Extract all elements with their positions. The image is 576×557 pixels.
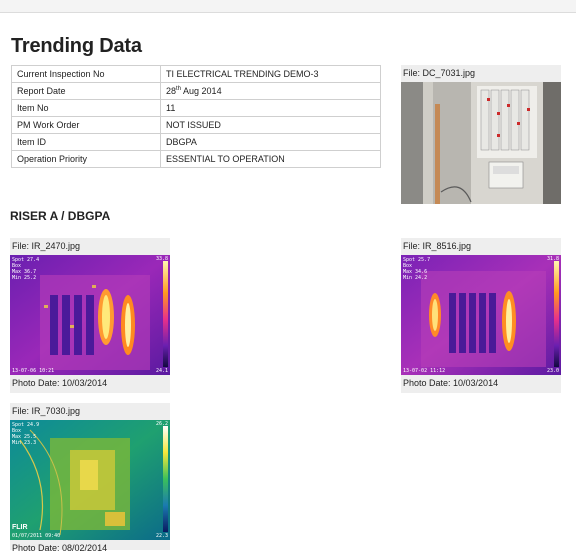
top-bar: [0, 0, 576, 13]
thermal-file-label: File: IR_2470.jpg: [12, 241, 81, 251]
thermal-image[interactable]: Spot 25.7 Box Max 34.6 Min 24.2 31.8 23.…: [401, 255, 561, 375]
row-value: TI ELECTRICAL TRENDING DEMO-3: [160, 65, 381, 83]
scale-top: 33.8: [155, 256, 168, 262]
thermal-card: File: IR_7030.jpg Spot 24.9 Box Max 25.5…: [10, 403, 170, 553]
scale-bottom: 23.0: [546, 368, 559, 374]
scale-bottom: 24.1: [155, 368, 168, 374]
flir-logo: FLIR: [12, 524, 28, 531]
panel-photo[interactable]: [401, 82, 561, 204]
scale-top: 31.8: [546, 256, 559, 262]
row-value: 11: [160, 99, 381, 117]
row-label: Operation Priority: [11, 150, 161, 168]
table-row: Operation Priority ESSENTIAL TO OPERATIO…: [11, 150, 381, 168]
timestamp: 01/07/2011 09:40: [12, 533, 61, 539]
min-readout: Min 24.2: [403, 275, 428, 281]
photo-date: Photo Date: 10/03/2014: [12, 378, 108, 388]
table-row: Item No 11: [11, 99, 381, 117]
table-row: Item ID DBGPA: [11, 133, 381, 151]
row-label: Report Date: [11, 82, 161, 100]
info-table: Current Inspection No TI ELECTRICAL TREN…: [11, 65, 381, 168]
photo-card: File: DC_7031.jpg: [401, 65, 561, 204]
thermal-image[interactable]: Spot 24.9 Box Max 25.5 Min 23.3 26.2 22.…: [10, 420, 170, 540]
timestamp: 13-07-06 10:21: [12, 368, 55, 374]
photo-file-label: File: DC_7031.jpg: [403, 68, 476, 78]
row-label: Current Inspection No: [11, 65, 161, 83]
report-date-day: 28: [166, 86, 177, 96]
row-value: 28th Aug 2014: [160, 82, 381, 100]
thermal-card: File: IR_8516.jpg Spot 25.7 Box Max 34.6…: [401, 238, 561, 393]
report-date-rest: Aug 2014: [181, 86, 222, 96]
section-title: RISER A / DBGPA: [10, 209, 111, 223]
row-value: NOT ISSUED: [160, 116, 381, 134]
row-label: Item No: [11, 99, 161, 117]
timestamp: 13-07-02 11:12: [403, 368, 446, 374]
thermal-card: File: IR_2470.jpg Spot 27.4 Box Max 36.7…: [10, 238, 170, 393]
row-label: Item ID: [11, 133, 161, 151]
min-readout: Min 25.2: [12, 275, 37, 281]
table-row: PM Work Order NOT ISSUED: [11, 116, 381, 134]
photo-date: Photo Date: 08/02/2014: [12, 543, 108, 553]
thermal-file-label: File: IR_8516.jpg: [403, 241, 472, 251]
thermal-image[interactable]: Spot 27.4 Box Max 36.7 Min 25.2 33.8 24.…: [10, 255, 170, 375]
thermal-file-label: File: IR_7030.jpg: [12, 406, 81, 416]
min-readout: Min 23.3: [12, 440, 37, 446]
row-value: DBGPA: [160, 133, 381, 151]
scale-top: 26.2: [155, 421, 168, 427]
row-value: ESSENTIAL TO OPERATION: [160, 150, 381, 168]
page-title: Trending Data: [11, 35, 142, 57]
scale-bottom: 22.3: [155, 533, 168, 539]
photo-date: Photo Date: 10/03/2014: [403, 378, 499, 388]
row-label: PM Work Order: [11, 116, 161, 134]
table-row: Report Date 28th Aug 2014: [11, 82, 381, 100]
table-row: Current Inspection No TI ELECTRICAL TREN…: [11, 65, 381, 83]
